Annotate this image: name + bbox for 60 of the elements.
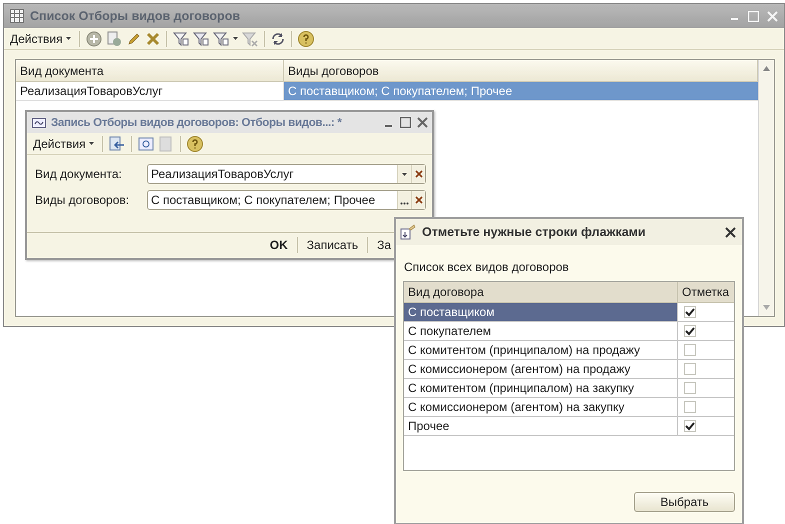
caret-icon bbox=[402, 172, 407, 176]
help-icon[interactable] bbox=[298, 30, 314, 46]
form-icon bbox=[32, 118, 46, 128]
filter-icon[interactable] bbox=[212, 30, 229, 46]
footer-button[interactable]: За bbox=[374, 238, 394, 252]
help-icon[interactable] bbox=[186, 136, 203, 152]
checkbox[interactable] bbox=[684, 306, 696, 318]
text-field[interactable]: С поставщиком; С покупателем; Прочее bbox=[147, 190, 426, 210]
filter-icon[interactable] bbox=[192, 30, 209, 46]
text-field[interactable]: РеализацияТоваровУслуг bbox=[147, 164, 426, 184]
checkbox[interactable] bbox=[684, 325, 696, 337]
more-icon bbox=[400, 202, 409, 205]
refresh-icon[interactable] bbox=[270, 32, 285, 46]
checkbox[interactable] bbox=[684, 401, 696, 413]
list-caption: Список всех видов договоров bbox=[404, 260, 570, 276]
column-header[interactable]: Вид документа bbox=[16, 60, 284, 81]
footer-button[interactable]: Записать bbox=[304, 238, 362, 252]
scrollbar[interactable] bbox=[758, 60, 774, 316]
caret-icon bbox=[232, 37, 238, 40]
actions-menu[interactable]: Действия bbox=[31, 136, 96, 152]
table-cell[interactable]: С покупателем bbox=[404, 322, 678, 340]
window-title: Запись Отборы видов договоров: Отборы видов...: * bbox=[51, 116, 342, 128]
checkbox[interactable] bbox=[684, 420, 696, 432]
maximize-icon[interactable] bbox=[400, 117, 411, 128]
table-cell[interactable]: С поставщиком bbox=[404, 303, 678, 321]
checkbox[interactable] bbox=[684, 382, 696, 394]
window-icon[interactable] bbox=[138, 136, 154, 152]
save-close-icon[interactable] bbox=[108, 136, 125, 152]
copy-icon[interactable] bbox=[106, 30, 122, 46]
choose-icon bbox=[400, 224, 416, 240]
table-cell[interactable]: Прочее bbox=[404, 417, 678, 435]
caret-icon bbox=[88, 142, 94, 145]
field-label: Вид документа: bbox=[35, 167, 123, 181]
list-icon bbox=[10, 9, 24, 23]
table-cell[interactable]: С комиссионером (агентом) на закупку bbox=[404, 398, 678, 416]
select-button[interactable]: Выбрать bbox=[634, 492, 735, 512]
clear-icon bbox=[414, 170, 422, 178]
actions-menu[interactable]: Действия bbox=[8, 30, 73, 46]
table-cell[interactable]: С комиссионером (агентом) на продажу bbox=[404, 360, 678, 378]
filter-icon[interactable] bbox=[172, 30, 189, 46]
window-title: Список Отборы видов договоров bbox=[30, 9, 240, 23]
dropdown-button[interactable] bbox=[397, 165, 411, 183]
select-button[interactable] bbox=[397, 191, 411, 209]
table-cell[interactable]: С комитентом (принципалом) на продажу bbox=[404, 341, 678, 359]
table-cell[interactable]: С комитентом (принципалом) на закупку bbox=[404, 379, 678, 397]
dialog-title: Отметьте нужные строки флажками bbox=[422, 225, 646, 239]
clear-button[interactable] bbox=[411, 191, 425, 209]
caret-icon bbox=[66, 37, 71, 40]
footer-button[interactable]: OK bbox=[266, 238, 291, 252]
delete-icon[interactable] bbox=[146, 32, 160, 46]
column-header[interactable]: Отметка bbox=[678, 282, 734, 302]
checkbox[interactable] bbox=[684, 363, 696, 375]
column-header[interactable]: Вид договора bbox=[404, 282, 678, 302]
scroll-up-icon[interactable] bbox=[763, 66, 770, 71]
checkbox[interactable] bbox=[684, 344, 696, 356]
add-icon[interactable] bbox=[86, 30, 102, 46]
clear-icon bbox=[414, 196, 422, 204]
field-label: Виды договоров: bbox=[35, 193, 130, 207]
close-icon[interactable] bbox=[725, 226, 736, 238]
clear-button[interactable] bbox=[411, 165, 425, 183]
